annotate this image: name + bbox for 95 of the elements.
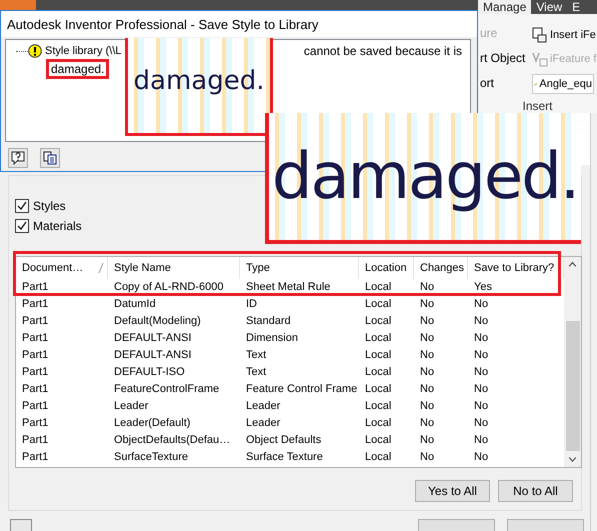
feature-icon — [532, 51, 548, 67]
table-cell-text: Part1 — [21, 332, 50, 345]
highlighted-text: damaged. — [46, 59, 110, 79]
table-cell-text: DEFAULT-ANSI — [113, 349, 192, 362]
table-cell-text: Local — [364, 366, 392, 379]
table-cell-text: Leader — [245, 400, 282, 413]
table-cell-text: FeatureControlFrame — [113, 383, 220, 396]
table-cell-text: No — [419, 400, 436, 413]
ribbon-command[interactable]: Insert iFe — [532, 26, 596, 44]
table-cell-text: Local — [364, 349, 392, 362]
table-cell-text: DEFAULT-ISO — [113, 366, 186, 379]
table-cell-text: No — [473, 400, 490, 413]
table-cell-text: Local — [364, 434, 392, 447]
message-text: Style library (\\L — [45, 45, 122, 57]
checkbox-label: Materials — [33, 219, 82, 233]
copy-button[interactable] — [40, 148, 60, 168]
warning-icon — [28, 44, 42, 58]
table-cell-text: Part1 — [21, 400, 50, 413]
column-header[interactable]: Type — [240, 257, 359, 279]
table-cell-text: Local — [364, 400, 392, 413]
table-cell-text: Dimension — [245, 332, 299, 345]
table-cell-text: Part1 — [21, 434, 50, 447]
dialog-button[interactable]: Yes to All — [415, 480, 490, 502]
table-cell-text: Object Defaults — [245, 434, 322, 447]
table-cell-text: No — [473, 366, 490, 379]
table-cell-text: No — [473, 451, 490, 464]
table-cell-text: Sheet Metal Rule — [245, 281, 332, 294]
table-cell-text: Leader(Default) — [113, 417, 192, 430]
table-cell-text: Yes — [473, 281, 493, 294]
table-cell-text: Part1 — [21, 383, 50, 396]
table-cell-text: Feature Control Frame — [245, 383, 358, 396]
style-dropdown[interactable]: Angle_equ — [532, 74, 594, 94]
table-cell-text: Leader — [245, 417, 282, 430]
table-cell-text: No — [419, 383, 436, 396]
table-cell-text: Surface Texture — [245, 451, 324, 464]
table-cell-text: No — [419, 434, 436, 447]
column-header[interactable]: Changes — [414, 257, 468, 279]
table-cell-text: SurfaceTexture — [113, 451, 189, 464]
table-cell-text: Local — [364, 332, 392, 345]
table-cell-text: Part1 — [21, 417, 50, 430]
message-text: cannot be saved because it is — [304, 44, 462, 58]
table-cell-text: No — [419, 298, 436, 311]
table-cell-text: No — [473, 417, 490, 430]
table-cell-text: No — [473, 349, 490, 362]
table-cell-text: No — [473, 298, 490, 311]
checkbox-label: Styles — [33, 199, 66, 213]
checkbox[interactable] — [15, 199, 29, 213]
table-cell-text: No — [419, 349, 436, 362]
table-cell-text: No — [473, 383, 490, 396]
table-cell-text: No — [473, 332, 490, 345]
window-title: Autodesk Inventor Professional - Save Style to Library — [1, 11, 477, 37]
table-cell-text: ObjectDefaults(Defau… — [113, 434, 232, 447]
column-header[interactable]: Style Name — [108, 257, 240, 279]
ribbon-group-label: Insert — [521, 98, 554, 113]
table-cell-text: Local — [364, 451, 392, 464]
table-cell-text: ID — [245, 298, 258, 311]
table-cell-text: Copy of AL-RND-6000 — [113, 281, 224, 294]
table-cell-text: DatumId — [113, 298, 157, 311]
table-cell-text: Part1 — [21, 349, 50, 362]
scrollbar[interactable] — [564, 257, 581, 467]
table-cell-text: No — [419, 315, 436, 328]
table-cell-text: No — [419, 417, 436, 430]
checkbox[interactable] — [15, 219, 29, 233]
table-cell-text: Standard — [245, 315, 292, 328]
table-cell-text: Part1 — [21, 298, 50, 311]
table-cell-text: No — [473, 315, 490, 328]
table-cell-text: Part1 — [21, 366, 50, 379]
table-cell-text: Part1 — [21, 451, 50, 464]
table-cell-text: No — [419, 451, 436, 464]
column-header[interactable]: Location — [359, 257, 414, 279]
table-cell-text: Local — [364, 315, 392, 328]
help-button[interactable] — [8, 148, 28, 168]
ribbon-command[interactable]: rt Object — [480, 51, 532, 66]
table-cell-text: No — [419, 332, 436, 345]
table-cell-text: Default(Modeling) — [113, 315, 202, 328]
table-cell-text: Text — [245, 366, 268, 379]
insert-icon — [532, 27, 548, 43]
table-cell-text: Local — [364, 383, 392, 396]
table-cell-text: DEFAULT-ANSI — [113, 332, 192, 345]
table-cell-text: Leader — [113, 400, 150, 413]
dialog-button[interactable]: No to All — [498, 480, 573, 502]
table-cell-text: Local — [364, 298, 392, 311]
table-cell-text: Part1 — [21, 281, 50, 294]
table-cell-text: No — [419, 366, 436, 379]
ribbon-command[interactable]: ort — [480, 76, 532, 91]
table-cell-text: No — [473, 434, 490, 447]
table-cell-text: Local — [364, 417, 392, 430]
column-header[interactable]: Document… — [16, 257, 108, 279]
sort-icon — [98, 262, 104, 274]
zoomed-text: damaged. — [134, 68, 264, 94]
table-cell-text: Local — [364, 281, 392, 294]
table-cell-text: Part1 — [21, 315, 50, 328]
table-cell-text: Text — [245, 349, 268, 362]
ribbon-tab[interactable]: Manage — [478, 0, 532, 14]
table-cell-text: No — [419, 281, 436, 294]
